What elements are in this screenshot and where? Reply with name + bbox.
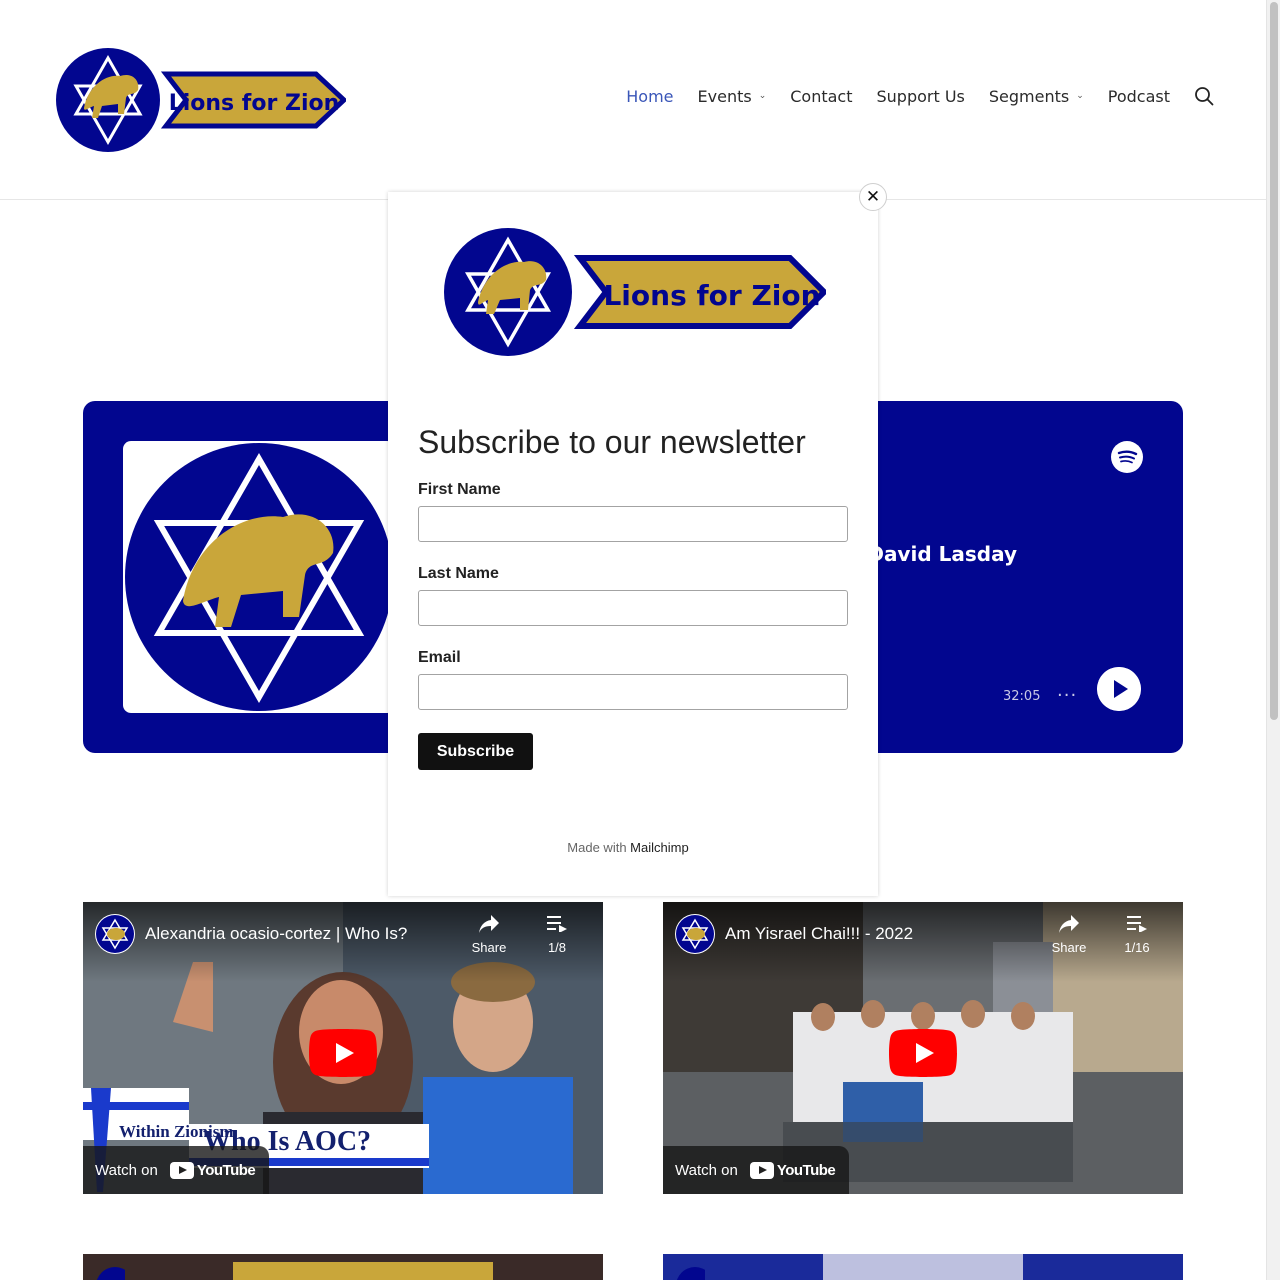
- first-name-input[interactable]: [418, 506, 848, 542]
- nav-support-us[interactable]: Support Us: [876, 87, 964, 106]
- svg-text:Lions for Zion: Lions for Zion: [603, 279, 820, 312]
- svg-text:Lions for Zion: Lions for Zion: [169, 91, 340, 116]
- site-header: Lions for Zion Home Events ⌄ Contact Supp…: [0, 0, 1266, 200]
- main-nav: Home Events ⌄ Contact Support Us Segments…: [602, 86, 1214, 106]
- youtube-embed-2[interactable]: Am Yisrael Chai!!! - 2022 Share 1/16 Wat…: [663, 902, 1183, 1194]
- nav-contact[interactable]: Contact: [790, 87, 852, 106]
- nav-segments[interactable]: Segments ⌄: [989, 87, 1084, 106]
- channel-avatar[interactable]: [675, 914, 715, 954]
- spotify-icon[interactable]: [1111, 441, 1143, 473]
- youtube-icon: [169, 1161, 194, 1179]
- playlist-icon: [547, 916, 567, 932]
- channel-avatar: [676, 1267, 705, 1280]
- scrollbar-thumb[interactable]: [1270, 2, 1278, 720]
- mailchimp-link[interactable]: Mailchimp: [630, 840, 689, 855]
- subscribe-button[interactable]: Subscribe: [418, 733, 533, 770]
- share-icon: [1059, 915, 1079, 933]
- playlist-button[interactable]: 1/16: [1117, 914, 1157, 955]
- youtube-wordmark: YouTube: [196, 1161, 256, 1179]
- playlist-icon: [1127, 916, 1147, 932]
- share-icon: [479, 915, 499, 933]
- chevron-down-icon: ⌄: [1076, 91, 1084, 101]
- video-title[interactable]: Am Yisrael Chai!!! - 2022: [725, 924, 913, 944]
- youtube-embed-3[interactable]: [83, 1254, 603, 1280]
- newsletter-modal: Lions for Zion Subscribe to our newslett…: [388, 192, 878, 896]
- video-title[interactable]: Alexandria ocasio-cortez | Who Is?: [145, 924, 407, 944]
- nav-label: Podcast: [1107, 86, 1170, 106]
- email-input[interactable]: [418, 674, 848, 710]
- share-button[interactable]: Share: [464, 914, 514, 955]
- modal-close-button[interactable]: ✕: [859, 183, 887, 211]
- first-name-label: First Name: [418, 481, 501, 498]
- youtube-icon: [749, 1161, 774, 1179]
- nav-label: Events: [697, 86, 752, 106]
- youtube-wordmark: YouTube: [776, 1161, 836, 1179]
- chevron-down-icon: ⌄: [758, 91, 767, 101]
- youtube-logo: YouTube: [749, 1161, 836, 1179]
- thumbnail-banner: [233, 1262, 493, 1280]
- share-button[interactable]: Share: [1044, 914, 1094, 955]
- watch-on-label: Watch on: [675, 1161, 738, 1179]
- watch-on-youtube-button[interactable]: Watch on YouTube: [663, 1146, 850, 1194]
- close-icon: ✕: [865, 187, 881, 207]
- channel-avatar[interactable]: [95, 914, 135, 954]
- search-icon[interactable]: [1194, 86, 1214, 106]
- youtube-logo: YouTube: [169, 1161, 256, 1179]
- share-label: Share: [1051, 940, 1087, 955]
- watch-on-youtube-button[interactable]: Watch on YouTube: [83, 1146, 270, 1194]
- last-name-label: Last Name: [418, 565, 499, 582]
- more-options-icon[interactable]: ···: [1057, 685, 1077, 706]
- nav-label: Home: [626, 86, 674, 106]
- playlist-count: 1/16: [1124, 940, 1150, 955]
- youtube-embed-1[interactable]: Within Zionism Who Is AOC? Alexandria oc…: [83, 902, 603, 1194]
- playlist-button[interactable]: 1/8: [537, 914, 577, 955]
- modal-logo: Lions for Zion: [444, 228, 826, 356]
- episode-duration: 32:05: [1003, 689, 1041, 704]
- nav-events[interactable]: Events ⌄: [698, 87, 767, 106]
- youtube-embed-4[interactable]: [663, 1254, 1183, 1280]
- site-logo[interactable]: Lions for Zion: [54, 46, 346, 154]
- youtube-play-button[interactable]: [309, 1029, 377, 1077]
- youtube-play-button[interactable]: [889, 1029, 957, 1077]
- nav-label: Support Us: [876, 86, 965, 106]
- play-button[interactable]: [1097, 667, 1141, 711]
- last-name-input[interactable]: [418, 590, 848, 626]
- podcast-cover-art: [123, 441, 395, 713]
- made-with-label: Made with: [567, 840, 627, 855]
- nav-label: Contact: [790, 86, 853, 106]
- playlist-count: 1/8: [547, 940, 567, 955]
- made-with-mailchimp: Made with Mailchimp: [388, 840, 868, 855]
- watch-on-label: Watch on: [95, 1161, 158, 1179]
- nav-home[interactable]: Home: [626, 87, 673, 106]
- nav-podcast[interactable]: Podcast: [1108, 87, 1170, 106]
- newsletter-heading: Subscribe to our newsletter: [418, 424, 806, 460]
- nav-label: Segments: [988, 86, 1070, 106]
- channel-avatar: [96, 1267, 125, 1280]
- thumbnail-banner: [823, 1254, 1023, 1280]
- share-label: Share: [471, 940, 507, 955]
- email-label: Email: [418, 649, 461, 666]
- page-scrollbar[interactable]: [1266, 0, 1280, 1280]
